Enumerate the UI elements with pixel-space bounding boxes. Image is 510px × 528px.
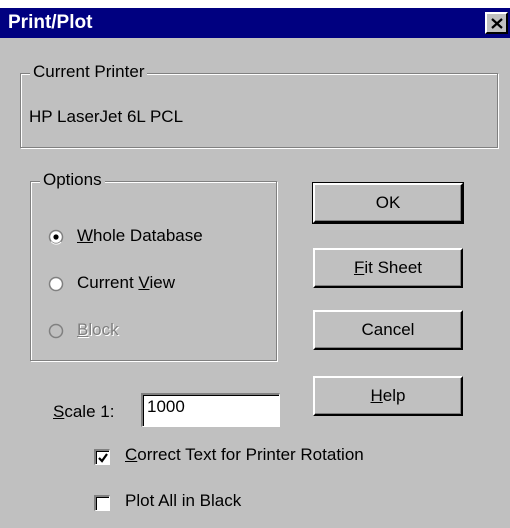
scale-input-value: 1000 xyxy=(147,397,185,416)
window-title: Print/Plot xyxy=(8,12,93,33)
checkbox-plot-black-label: Plot All in Black xyxy=(125,491,242,510)
print-plot-dialog: Print/Plot Current Printer HP LaserJet 6… xyxy=(0,8,510,528)
current-printer-legend: Current Printer xyxy=(30,62,148,82)
help-button[interactable]: Help xyxy=(313,376,463,416)
checkbox-correct-text-label: Correct Text for Printer Rotation xyxy=(125,445,364,464)
radio-whole-database-label: Whole Database xyxy=(77,226,203,245)
cancel-button-label: Cancel xyxy=(361,320,415,339)
close-button[interactable] xyxy=(485,12,508,34)
scale-label: Scale 1: xyxy=(53,402,115,421)
fit-sheet-button[interactable]: Fit Sheet xyxy=(313,248,463,288)
ok-button[interactable]: OK xyxy=(312,182,464,224)
options-group: Options xyxy=(30,170,277,361)
close-icon xyxy=(490,17,503,29)
help-button-label: Help xyxy=(370,386,406,405)
radio-selected-icon[interactable] xyxy=(48,229,64,245)
title-bar[interactable]: Print/Plot xyxy=(0,8,510,38)
cancel-button[interactable]: Cancel xyxy=(313,310,463,350)
radio-disabled-icon xyxy=(48,323,64,339)
radio-unselected-icon[interactable] xyxy=(48,276,64,292)
checkmark-icon xyxy=(98,453,108,463)
scale-input[interactable]: 1000 xyxy=(141,393,280,427)
checkbox-checked-box[interactable] xyxy=(94,449,110,465)
checkbox-unchecked-box[interactable] xyxy=(94,495,110,511)
current-printer-value: HP LaserJet 6L PCL xyxy=(29,107,184,126)
options-legend: Options xyxy=(40,170,105,190)
radio-current-view-label: Current View xyxy=(77,273,175,292)
ok-button-label: OK xyxy=(375,193,401,212)
radio-block-label: Block xyxy=(77,320,119,339)
fit-sheet-button-label: Fit Sheet xyxy=(353,258,423,277)
current-printer-group: Current Printer HP LaserJet 6L PCL xyxy=(20,62,498,148)
